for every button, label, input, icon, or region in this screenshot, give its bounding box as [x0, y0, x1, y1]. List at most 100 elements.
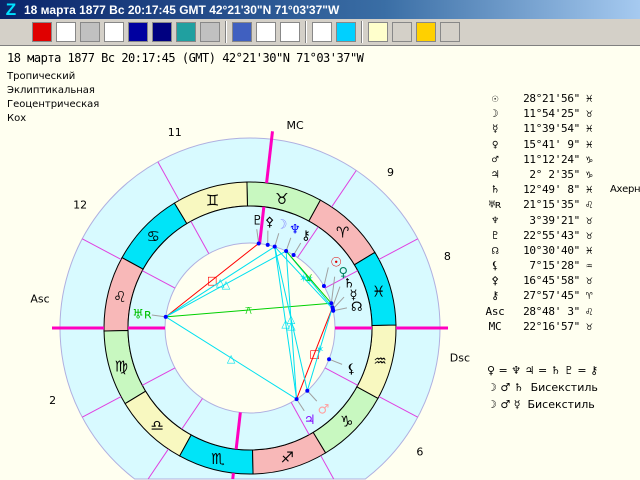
position-row-mc: MC 22°16'57" ♉ [484, 319, 640, 334]
house-label: 8 [444, 250, 451, 263]
sign-icon: ♓ [585, 243, 593, 257]
glyph: ♆ [491, 213, 499, 227]
house-label: MC [287, 119, 304, 132]
glyph: Asc [485, 304, 505, 318]
planet-dot [330, 305, 335, 310]
degree: 27°57'45" [523, 289, 580, 303]
aspect-marker: ⚻ [245, 304, 252, 317]
glyph: ♃ [491, 167, 499, 181]
zodiac-sign-icon: ♑ [340, 413, 353, 431]
zodiac-sign-icon: ♎ [151, 417, 164, 435]
planet-dot [284, 249, 289, 254]
glyph: ♄ [491, 183, 499, 197]
glyph: ☿ [491, 122, 499, 136]
degree: 10°30'40" [523, 243, 580, 257]
planet-dot [331, 308, 336, 313]
position-row-jupiter: ♃ 2° 2'35" ♑ [484, 167, 640, 182]
planet-icon-chiron: ⚷ [301, 228, 311, 243]
sign-icon: ♉ [585, 107, 593, 121]
zodiac-sign-icon: ♐ [281, 449, 294, 467]
zodiac-sign-icon: ♒ [373, 352, 386, 370]
degree: 16°45'58" [523, 274, 580, 288]
planet-icon-node: ☊ [351, 300, 363, 315]
aspect-circle [164, 242, 336, 414]
position-row-node: ☊ 10°30'40" ♓ [484, 243, 640, 258]
planet-dot [163, 314, 168, 319]
sign-icon: ♑ [585, 152, 593, 166]
degree: 11°12'24" [523, 152, 580, 166]
planet-dot [272, 244, 277, 249]
aspect-name: Бисекстиль [527, 398, 595, 411]
glyph: ⚴ [491, 274, 499, 288]
sign-icon: ♓ [585, 92, 593, 105]
planet-icon-uranus: ♅ʀ [132, 308, 152, 323]
planet-icon-lilith: ⚸ [347, 362, 357, 377]
degree: 11°39'54" [523, 122, 580, 136]
degree: 7°15'28" [523, 259, 580, 273]
degree: 28°48' 3" [523, 304, 580, 318]
glyph: ☉ [491, 92, 499, 105]
position-row-asc: Asc 28°48' 3" ♌ [484, 304, 640, 319]
sign-icon: ♉ [585, 319, 593, 333]
glyph: ♀ [491, 137, 499, 151]
fixed-star: Ахерн [610, 184, 640, 196]
position-row-venus: ♀ 15°41' 9" ♓ [484, 137, 640, 152]
planet-dot [327, 357, 332, 362]
degree: 11°54'25" [523, 107, 580, 121]
glyph: ♅ʀ [488, 198, 502, 212]
glyph: ☊ [491, 243, 499, 257]
planet-icon-pluto: ♇ [252, 213, 264, 228]
glyph: ♂ [491, 152, 499, 166]
aspect-marker: △ [287, 313, 296, 326]
sign-icon: ♉ [585, 274, 593, 288]
aspect-line: ☽ ♂ ☿ Бисекстиль [487, 396, 598, 413]
degree: 12°49' 8" [523, 183, 580, 197]
zodiac-sign-icon: ♉ [275, 190, 288, 208]
planet-dot [321, 284, 326, 289]
planet-dot [329, 301, 334, 306]
house-label: 12 [73, 199, 87, 212]
aspect-glyphs: ☽ ♂ ☿ [487, 398, 521, 411]
aspect-marker: △ [222, 278, 231, 291]
zodiac-sign-icon: ♋ [147, 227, 160, 245]
sign-icon: ♓ [585, 122, 593, 136]
degree: 22°16'57" [523, 319, 580, 333]
aspect-marker: △ [227, 352, 236, 365]
zodiac-sign-icon: ♏ [211, 450, 225, 468]
zodiac-sign-icon: ♊ [206, 191, 219, 209]
glyph: ⚷ [491, 289, 499, 303]
house-label: Dsc [450, 352, 470, 365]
degree: 2° 2'35" [523, 167, 580, 181]
house-label: 9 [387, 166, 394, 179]
position-row-pluto: ♇ 22°55'43" ♉ [484, 228, 640, 243]
position-row-uranus: ♅ʀ 21°15'35" ♌ [484, 197, 640, 212]
aspect-marker: ⚺ [305, 271, 312, 284]
sign-icon: ♌ [585, 304, 593, 318]
sign-icon: ♌ [585, 198, 593, 212]
planet-icon-saturn: ♄ [343, 276, 355, 291]
position-row-moon: ☽ 11°54'25" ♉ [484, 106, 640, 121]
aspect-summary: ♀ = ♆ ♃ = ♄ ♇ = ⚷ ☽ ♂ ♄ Бисекстиль ☽ ♂ ☿… [487, 362, 598, 413]
position-row-lilith: ⚸ 7°15'28" ♒ [484, 258, 640, 273]
zodiac-sign-icon: ♓ [372, 283, 385, 301]
zodiac-sign-icon: ♌ [113, 288, 126, 306]
sign-icon: ♉ [585, 228, 593, 242]
position-row-chiron: ⚷ 27°57'45" ♈ [484, 288, 640, 303]
planet-icon-jupiter: ♃ [304, 413, 316, 428]
position-row-proserpina: ⚴ 16°45'58" ♉ [484, 273, 640, 288]
position-row-saturn: ♄ 12°49' 8" ♓ Ахерн [484, 182, 640, 197]
glyph: ♇ [491, 228, 499, 242]
midpoints: ♀ = ♆ ♃ = ♄ ♇ = ⚷ [487, 364, 599, 377]
planet-dot [256, 241, 261, 246]
planet-dot [294, 397, 299, 402]
planet-icon-mars: ♂ [318, 402, 330, 417]
planet-icon-proserpina: ⚴ [265, 215, 275, 230]
degree: 3°39'21" [523, 213, 580, 227]
degree: 22°55'43" [523, 228, 580, 242]
planet-positions-table: ☉ 28°21'56" ♓ ☽ 11°54'25" ♉ ☿ 11°39'54" ♓ ♀ 15°41'… [484, 91, 640, 334]
house-label: 6 [416, 445, 423, 458]
sign-icon: ♓ [585, 137, 593, 151]
sign-icon: ♓ [585, 183, 593, 197]
aspect-marker: ✶ [315, 343, 324, 356]
degree: 15°41' 9" [523, 137, 580, 151]
